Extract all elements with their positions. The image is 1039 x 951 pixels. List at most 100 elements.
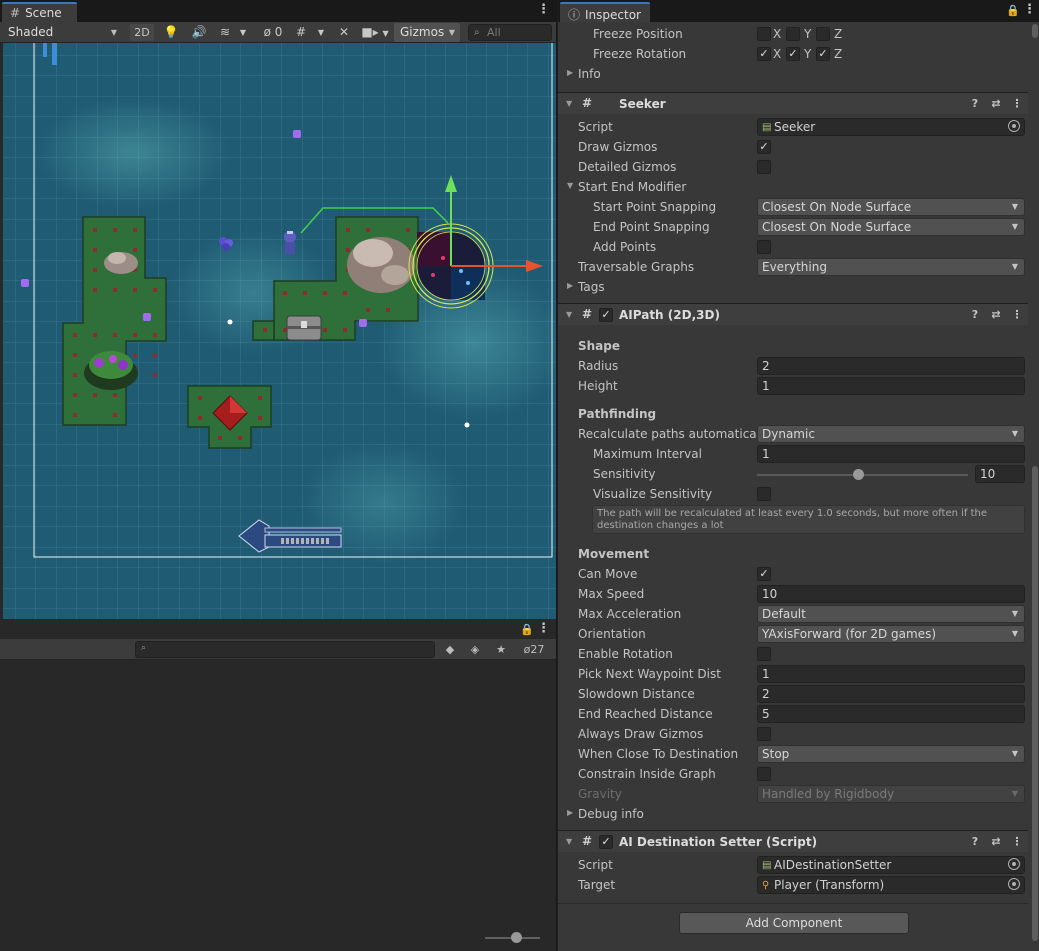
grid-dropdown-icon[interactable]: ▼ xyxy=(314,24,328,41)
gizmos-dropdown[interactable]: Gizmos ▼ xyxy=(394,23,460,42)
lock-icon[interactable]: 🔒 xyxy=(520,623,534,636)
height-input[interactable]: 1 xyxy=(757,377,1025,395)
can-move-row: Can Move ✓ xyxy=(558,564,1028,584)
maximum-interval-input[interactable]: 1 xyxy=(757,445,1025,463)
project-search-input[interactable]: ⌕ xyxy=(135,641,435,658)
camera-icon[interactable]: ■▸ ▼ xyxy=(360,24,390,41)
add-component-button[interactable]: Add Component xyxy=(679,912,909,934)
enable-rotation-checkbox[interactable] xyxy=(757,647,771,661)
target-field[interactable]: ⚲ Player (Transform) xyxy=(757,876,1025,894)
start-end-modifier-foldout[interactable]: ▼ Start End Modifier xyxy=(558,177,1028,197)
when-close-dropdown[interactable]: Stop ▼ xyxy=(757,745,1025,763)
end-point-snapping-row: End Point Snapping Closest On Node Surfa… xyxy=(558,217,1028,237)
radius-input[interactable]: 2 xyxy=(757,357,1025,375)
grid-icon: # xyxy=(10,6,21,20)
icon-size-slider-knob[interactable] xyxy=(511,932,522,943)
freeze-rotation-y-checkbox[interactable]: ✓ xyxy=(786,47,800,61)
destination-setter-enabled-checkbox[interactable]: ✓ xyxy=(599,835,613,849)
recalculate-paths-row: Recalculate paths automatically Dynamic ▼ xyxy=(558,424,1028,444)
toggle-2d-button[interactable]: 2D xyxy=(130,24,154,41)
scene-search-input[interactable]: ⌕ All xyxy=(468,24,552,41)
slowdown-distance-input[interactable]: 2 xyxy=(757,685,1025,703)
script-file-icon: ▤ xyxy=(762,860,772,871)
rock-large xyxy=(347,237,415,293)
tools-icon[interactable]: ✕ xyxy=(334,24,354,41)
preset-icon[interactable]: ⇄ xyxy=(989,835,1003,848)
object-picker-icon[interactable] xyxy=(1008,120,1020,132)
info-foldout[interactable]: ▶ Info xyxy=(558,64,1028,84)
traversable-graphs-dropdown[interactable]: Everything ▼ xyxy=(757,258,1025,276)
object-picker-icon[interactable] xyxy=(1008,858,1020,870)
lock-icon[interactable]: 🔒 xyxy=(1006,4,1020,17)
detailed-gizmos-checkbox[interactable] xyxy=(757,160,771,174)
can-move-checkbox[interactable]: ✓ xyxy=(757,567,771,581)
destination-script-field[interactable]: ▤ AIDestinationSetter xyxy=(757,856,1025,874)
freeze-rotation-x-checkbox[interactable]: ✓ xyxy=(757,47,771,61)
effects-dropdown-icon[interactable]: ▼ xyxy=(236,24,250,41)
seeker-script-field[interactable]: ▤ Seeker xyxy=(757,118,1025,136)
hidden-packages-toggle[interactable]: ø27 xyxy=(516,641,552,658)
help-icon[interactable]: ? xyxy=(968,835,982,848)
freeze-position-z-checkbox[interactable] xyxy=(816,27,830,41)
aipath-component-header[interactable]: ▼ # ✓ AIPath (2D,3D) ? ⇄ ⋮ xyxy=(558,303,1028,325)
freeze-position-x-checkbox[interactable] xyxy=(757,27,771,41)
freeze-rotation-z-checkbox[interactable]: ✓ xyxy=(816,47,830,61)
recalculate-paths-dropdown[interactable]: Dynamic ▼ xyxy=(757,425,1025,443)
start-point-snapping-row: Start Point Snapping Closest On Node Sur… xyxy=(558,197,1028,217)
always-draw-gizmos-checkbox[interactable] xyxy=(757,727,771,741)
sensitivity-input[interactable]: 10 xyxy=(975,465,1025,483)
project-menu-icon[interactable]: ⋮ xyxy=(537,622,550,635)
chevron-down-icon: ▼ xyxy=(1011,262,1018,271)
max-acceleration-dropdown[interactable]: Default ▼ xyxy=(757,605,1025,623)
chevron-down-icon: ▼ xyxy=(1011,749,1018,758)
inspector-scrollbar-thumb[interactable] xyxy=(1032,466,1038,941)
scrollbar-up-arrow[interactable] xyxy=(1032,24,1038,38)
add-points-checkbox[interactable] xyxy=(757,240,771,254)
search-icon: ⌕ xyxy=(474,27,480,38)
scene-menu-icon[interactable]: ⋮ xyxy=(537,3,550,16)
inspector-menu-icon[interactable]: ⋮ xyxy=(1023,3,1036,16)
component-menu-icon[interactable]: ⋮ xyxy=(1010,308,1024,321)
aipath-enabled-checkbox[interactable]: ✓ xyxy=(599,308,613,322)
pick-next-waypoint-input[interactable]: 1 xyxy=(757,665,1025,683)
end-point-snapping-dropdown[interactable]: Closest On Node Surface ▼ xyxy=(757,218,1025,236)
object-picker-icon[interactable] xyxy=(1008,878,1020,890)
freeze-position-y-checkbox[interactable] xyxy=(786,27,800,41)
tab-scene[interactable]: # Scene xyxy=(2,2,77,22)
filter-by-label-icon[interactable]: ◈ xyxy=(464,641,486,658)
preset-icon[interactable]: ⇄ xyxy=(989,308,1003,321)
recalculate-help-box: The path will be recalculated at least e… xyxy=(592,505,1025,534)
favorite-icon[interactable]: ★ xyxy=(490,641,512,658)
chevron-right-icon: ▶ xyxy=(567,68,574,77)
tags-foldout[interactable]: ▶ Tags xyxy=(558,277,1028,297)
search-icon: ⌕ xyxy=(141,643,147,653)
grid-snap-icon[interactable]: # xyxy=(292,24,310,41)
end-reached-distance-input[interactable]: 5 xyxy=(757,705,1025,723)
seeker-component-header[interactable]: ▼ # Seeker ? ⇄ ⋮ xyxy=(558,92,1028,114)
filter-by-type-icon[interactable]: ◆ xyxy=(439,641,461,658)
shading-mode-dropdown[interactable]: Shaded ▼ xyxy=(2,23,122,42)
sensitivity-slider-knob[interactable] xyxy=(852,469,864,480)
constrain-inside-graph-row: Constrain Inside Graph xyxy=(558,764,1028,784)
lighting-icon[interactable]: 💡 xyxy=(160,24,182,41)
component-menu-icon[interactable]: ⋮ xyxy=(1010,835,1024,848)
constrain-inside-graph-checkbox[interactable] xyxy=(757,767,771,781)
max-speed-input[interactable]: 10 xyxy=(757,585,1025,603)
start-point-snapping-dropdown[interactable]: Closest On Node Surface ▼ xyxy=(757,198,1025,216)
preset-icon[interactable]: ⇄ xyxy=(989,97,1003,110)
destination-setter-component-header[interactable]: ▼ # ✓ AI Destination Setter (Script) ? ⇄… xyxy=(558,830,1028,852)
audio-icon[interactable]: 🔊 xyxy=(188,24,210,41)
component-menu-icon[interactable]: ⋮ xyxy=(1010,97,1024,110)
scene-viewport[interactable] xyxy=(3,43,556,619)
draw-gizmos-checkbox[interactable]: ✓ xyxy=(757,140,771,154)
script-file-icon: ▤ xyxy=(762,122,772,133)
tab-inspector[interactable]: ⓘ Inspector xyxy=(560,2,650,22)
help-icon[interactable]: ? xyxy=(968,308,982,321)
debug-info-foldout[interactable]: ▶ Debug info xyxy=(558,804,1028,824)
visualize-sensitivity-checkbox[interactable] xyxy=(757,487,771,501)
help-icon[interactable]: ? xyxy=(968,97,982,110)
project-toolbar: ⌕ ◆ ◈ ★ ø27 xyxy=(0,639,556,660)
orientation-dropdown[interactable]: YAxisForward (for 2D games) ▼ xyxy=(757,625,1025,643)
hidden-objects-toggle[interactable]: ø 0 xyxy=(258,24,288,41)
effects-icon[interactable]: ≋ xyxy=(214,24,236,41)
